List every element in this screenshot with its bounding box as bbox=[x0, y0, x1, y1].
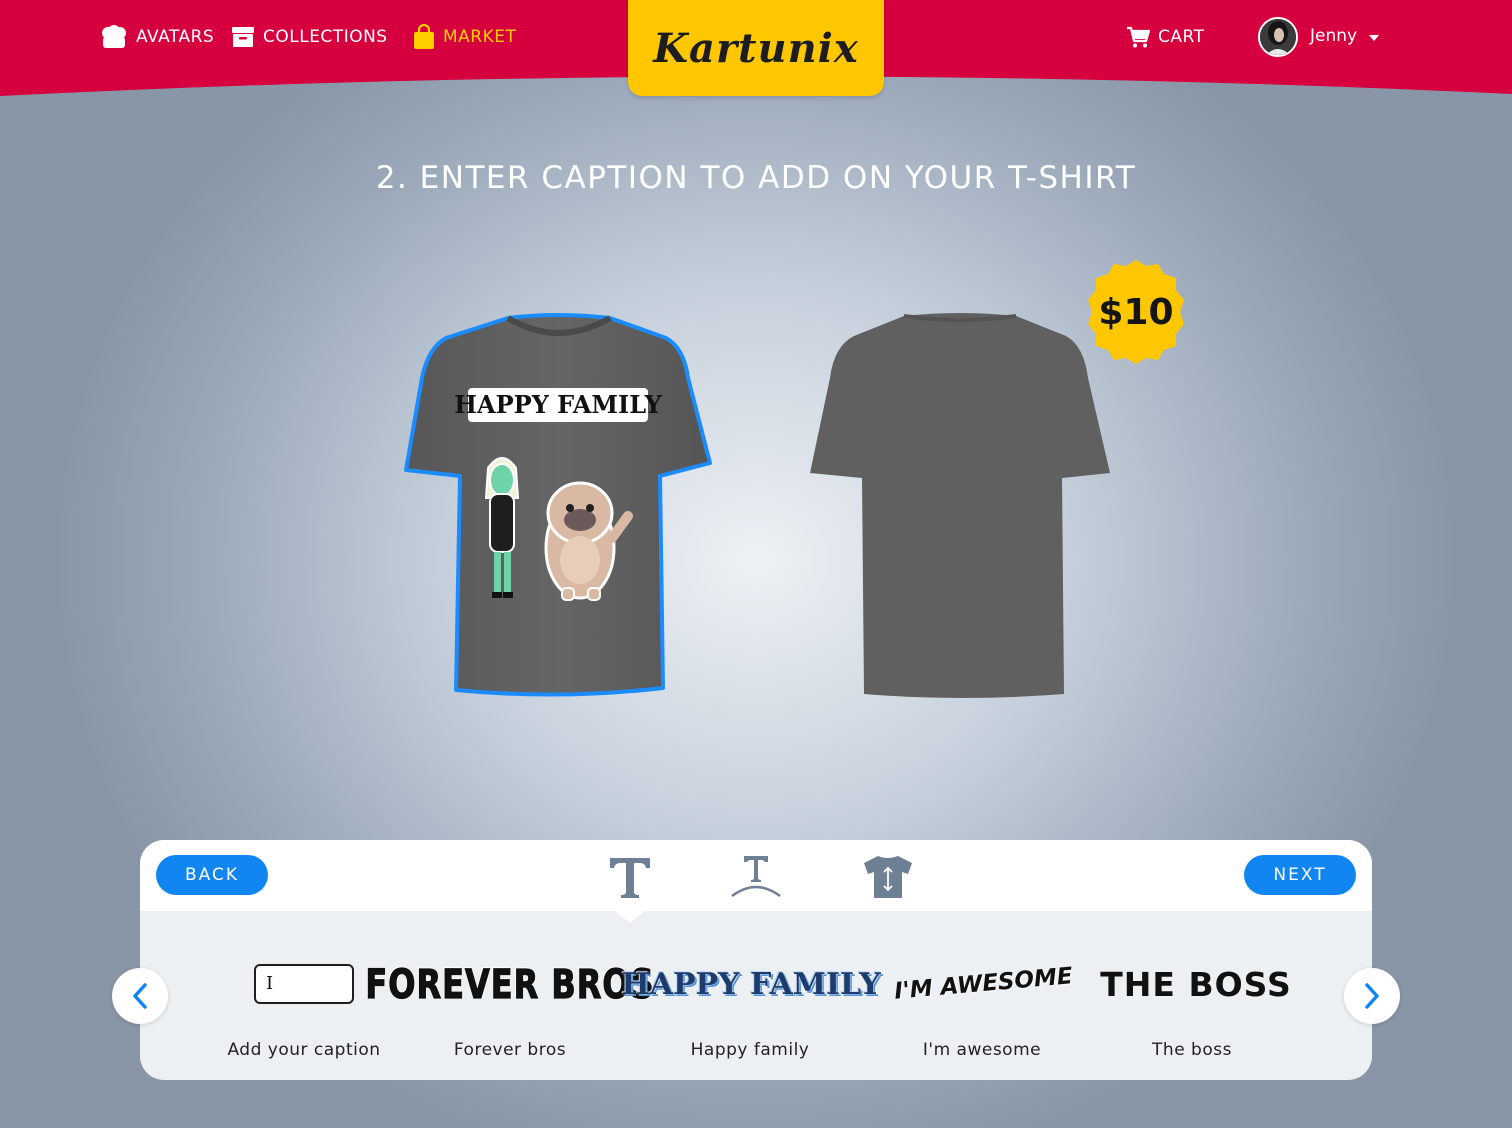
caption-option-label[interactable]: The boss bbox=[1092, 1040, 1292, 1060]
caption-style-forever-bros[interactable]: FOREVER BROS bbox=[365, 958, 654, 1010]
custom-caption-input[interactable]: I bbox=[254, 964, 354, 1004]
nav-collections[interactable]: COLLECTIONS bbox=[231, 22, 388, 52]
caption-option-label[interactable]: Happy family bbox=[650, 1040, 850, 1060]
im-awesome-preview: I'M AWESOME bbox=[892, 963, 1074, 1005]
shirt-position-icon[interactable] bbox=[860, 854, 916, 900]
step-title: 2. ENTER CAPTION TO ADD ON YOUR T-SHIRT bbox=[375, 160, 1137, 196]
caption-style-the-boss[interactable]: THE BOSS bbox=[1100, 958, 1290, 1010]
price-value: $10 bbox=[1098, 291, 1174, 333]
caption-option-label[interactable]: I'm awesome bbox=[882, 1040, 1082, 1060]
user-name[interactable]: Jenny bbox=[1310, 26, 1357, 46]
nav-avatars[interactable]: AVATARS bbox=[100, 22, 214, 52]
tshirt-front-preview[interactable]: HAPPY FAMILY bbox=[398, 308, 718, 703]
nav-collections-label: COLLECTIONS bbox=[263, 27, 388, 47]
brand-logo: Kartunix bbox=[653, 24, 859, 72]
the-boss-preview: THE BOSS bbox=[1100, 964, 1292, 1004]
next-button[interactable]: NEXT bbox=[1244, 855, 1356, 895]
text-style-icon[interactable] bbox=[606, 854, 654, 900]
caption-option-label[interactable]: Add your caption bbox=[204, 1040, 404, 1060]
text-arc-icon[interactable] bbox=[728, 854, 784, 900]
chevron-left-icon bbox=[133, 983, 147, 1009]
logo-tab[interactable]: Kartunix bbox=[628, 0, 884, 96]
active-tool-pointer bbox=[614, 910, 646, 923]
caption-option-label[interactable]: Forever bros bbox=[410, 1040, 610, 1060]
chevron-right-icon bbox=[1365, 983, 1379, 1009]
price-badge: $10 bbox=[1084, 260, 1188, 364]
happy-family-preview: HAPPY FAMILY bbox=[621, 966, 881, 1002]
carousel-next-button[interactable] bbox=[1344, 968, 1400, 1024]
back-button[interactable]: BACK bbox=[156, 855, 268, 895]
tshirt-back-preview[interactable] bbox=[804, 308, 1116, 703]
shopping-bag-icon bbox=[414, 24, 434, 49]
nav-market-label: MARKET bbox=[443, 27, 517, 47]
nav-market[interactable]: MARKET bbox=[413, 22, 516, 52]
archive-icon bbox=[232, 27, 254, 47]
caption-style-im-awesome[interactable]: I'M AWESOME bbox=[893, 958, 1073, 1010]
shirt-caption: HAPPY FAMILY bbox=[454, 390, 662, 419]
chevron-down-icon[interactable] bbox=[1369, 35, 1379, 41]
user-avatar[interactable] bbox=[1258, 17, 1298, 57]
nav-cart-label: CART bbox=[1158, 27, 1205, 47]
nav-cart[interactable]: CART bbox=[1126, 22, 1204, 52]
user-photo bbox=[1260, 19, 1296, 55]
text-cursor-icon: I bbox=[266, 973, 274, 994]
cart-icon bbox=[1127, 26, 1150, 48]
avatars-icon bbox=[102, 25, 126, 48]
nav-avatars-label: AVATARS bbox=[136, 27, 215, 47]
carousel-prev-button[interactable] bbox=[112, 968, 168, 1024]
caption-style-happy-family[interactable]: HAPPY FAMILY bbox=[621, 958, 880, 1010]
forever-bros-preview: FOREVER BROS bbox=[365, 960, 655, 1009]
top-navigation-bar: AVATARS COLLECTIONS MARKET Kartunix CART bbox=[0, 0, 1512, 96]
